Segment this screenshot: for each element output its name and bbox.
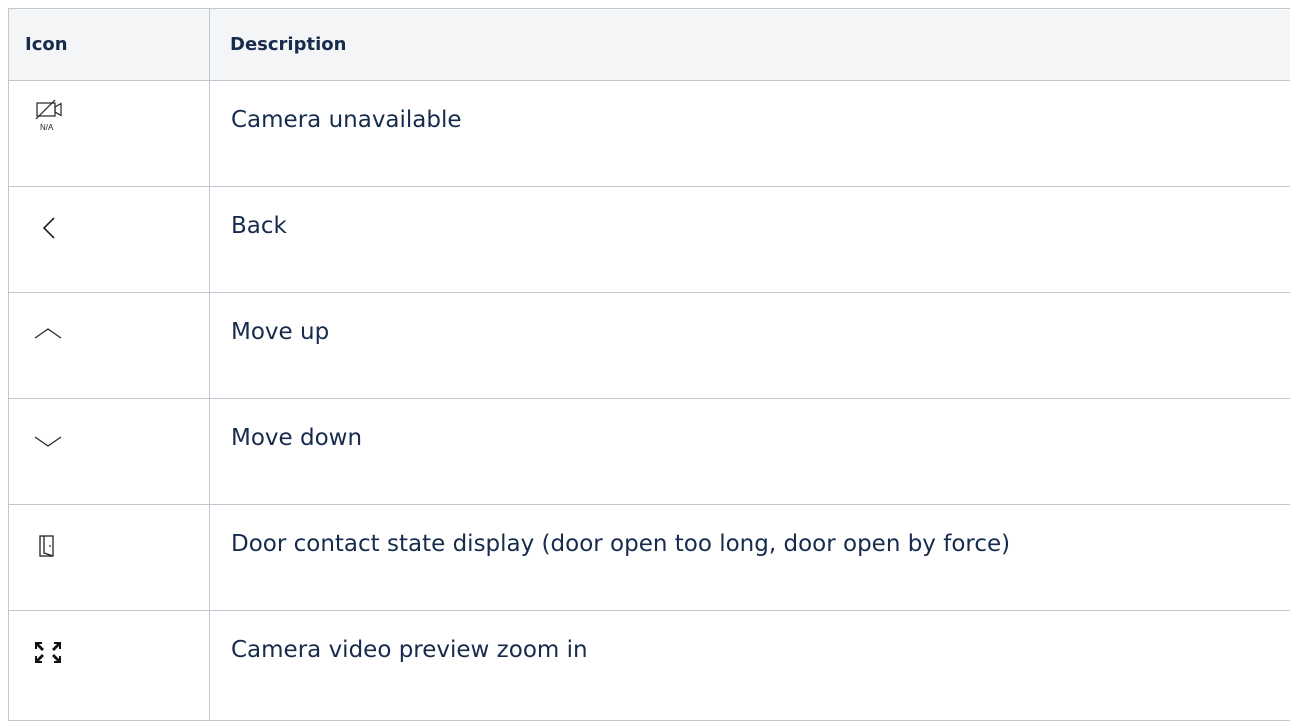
icon-cell <box>8 186 210 293</box>
zoom-in-arrows-icon <box>31 627 75 671</box>
icon-cell <box>8 610 210 721</box>
table-row: Move down <box>8 398 1290 505</box>
description-cell: Move down <box>209 398 1290 505</box>
chevron-down-icon <box>31 415 75 459</box>
icon-cell: N/A <box>8 80 210 187</box>
table-header-row: Icon Description <box>8 8 1290 81</box>
description-cell: Camera unavailable <box>209 80 1290 187</box>
table-row: Back <box>8 186 1290 293</box>
camera-na-caption: N/A <box>40 123 54 132</box>
icon-cell <box>8 398 210 505</box>
description-cell: Camera video preview zoom in <box>209 610 1290 721</box>
description-cell: Door contact state display (door open to… <box>209 504 1290 611</box>
chevron-up-icon <box>31 309 75 353</box>
icon-table-container: Icon Description N/A Camera unavailable … <box>8 8 1290 725</box>
camera-unavailable-icon: N/A <box>31 97 75 141</box>
table-row: Door contact state display (door open to… <box>8 504 1290 611</box>
description-cell: Move up <box>209 292 1290 399</box>
door-contact-icon <box>31 521 75 565</box>
back-chevron-icon <box>31 203 75 247</box>
description-cell: Back <box>209 186 1290 293</box>
table-row: N/A Camera unavailable <box>8 80 1290 187</box>
icon-cell <box>8 504 210 611</box>
icon-description-table: Icon Description N/A Camera unavailable … <box>8 8 1290 721</box>
table-row: Camera video preview zoom in <box>8 610 1290 721</box>
table-row: Move up <box>8 292 1290 399</box>
icon-cell <box>8 292 210 399</box>
header-icon: Icon <box>8 8 210 81</box>
header-description: Description <box>209 8 1290 81</box>
